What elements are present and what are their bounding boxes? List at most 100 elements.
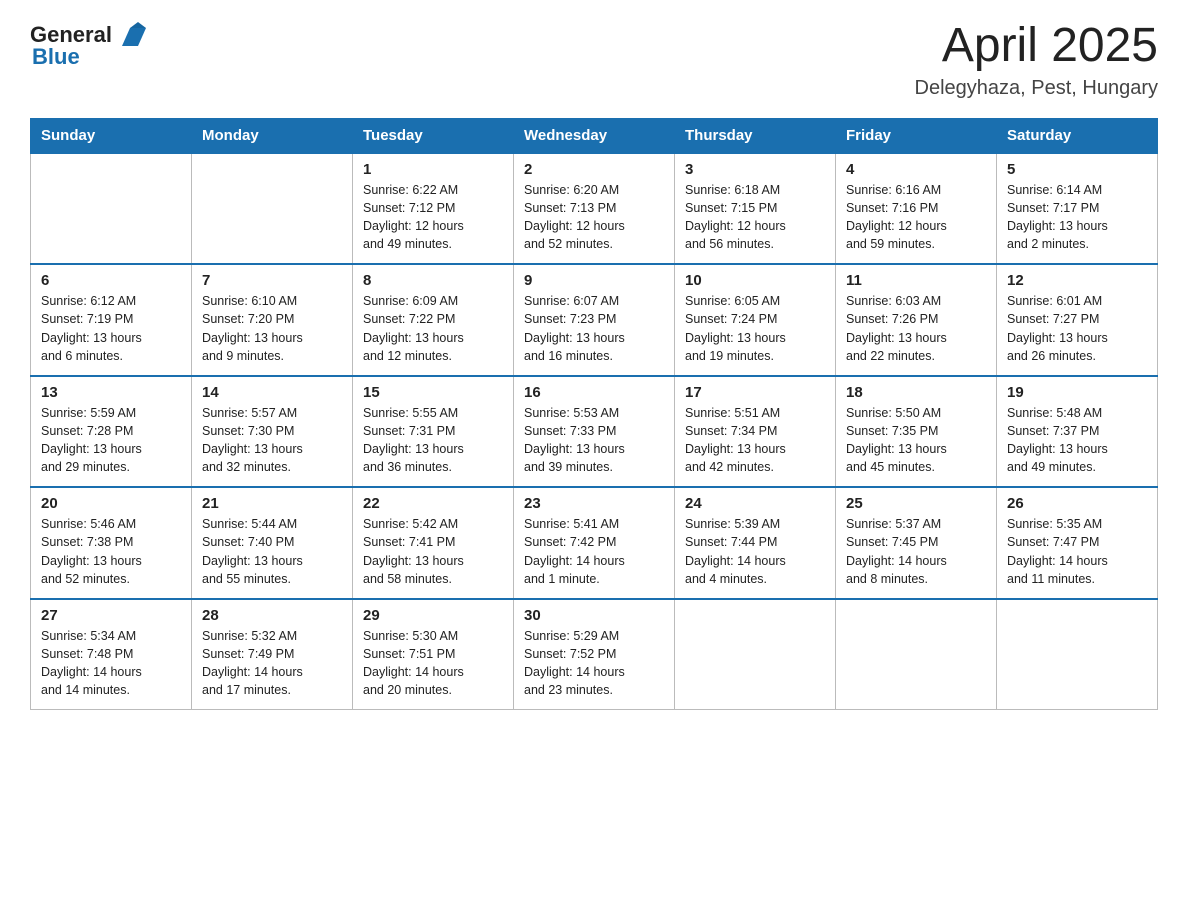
day-info: Sunrise: 6:20 AM Sunset: 7:13 PM Dayligh… bbox=[524, 181, 664, 254]
day-number: 22 bbox=[363, 495, 503, 512]
logo-icon bbox=[114, 18, 146, 50]
day-info: Sunrise: 5:50 AM Sunset: 7:35 PM Dayligh… bbox=[846, 404, 986, 477]
calendar-cell: 30 Sunrise: 5:29 AM Sunset: 7:52 PM Dayli… bbox=[514, 599, 675, 710]
calendar-cell: 6 Sunrise: 6:12 AM Sunset: 7:19 PM Daylig… bbox=[31, 264, 192, 376]
day-number: 11 bbox=[846, 272, 986, 289]
calendar-cell: 21 Sunrise: 5:44 AM Sunset: 7:40 PM Dayli… bbox=[192, 487, 353, 599]
day-info: Sunrise: 5:55 AM Sunset: 7:31 PM Dayligh… bbox=[363, 404, 503, 477]
calendar-cell: 26 Sunrise: 5:35 AM Sunset: 7:47 PM Dayli… bbox=[997, 487, 1158, 599]
day-number: 8 bbox=[363, 272, 503, 289]
day-info: Sunrise: 6:09 AM Sunset: 7:22 PM Dayligh… bbox=[363, 292, 503, 365]
weekday-header-monday: Monday bbox=[192, 118, 353, 153]
day-info: Sunrise: 5:37 AM Sunset: 7:45 PM Dayligh… bbox=[846, 515, 986, 588]
calendar-cell: 18 Sunrise: 5:50 AM Sunset: 7:35 PM Dayli… bbox=[836, 376, 997, 488]
calendar-cell: 4 Sunrise: 6:16 AM Sunset: 7:16 PM Daylig… bbox=[836, 153, 997, 265]
day-info: Sunrise: 5:39 AM Sunset: 7:44 PM Dayligh… bbox=[685, 515, 825, 588]
day-info: Sunrise: 5:59 AM Sunset: 7:28 PM Dayligh… bbox=[41, 404, 181, 477]
location-title: Delegyhaza, Pest, Hungary bbox=[915, 77, 1158, 100]
day-number: 28 bbox=[202, 607, 342, 624]
calendar-cell bbox=[675, 599, 836, 710]
day-info: Sunrise: 5:32 AM Sunset: 7:49 PM Dayligh… bbox=[202, 627, 342, 700]
calendar-cell: 1Sunrise: 6:22 AM Sunset: 7:12 PM Daylig… bbox=[353, 153, 514, 265]
title-block: April 2025 Delegyhaza, Pest, Hungary bbox=[915, 20, 1158, 100]
logo: General Blue bbox=[30, 20, 146, 70]
calendar-cell: 8 Sunrise: 6:09 AM Sunset: 7:22 PM Daylig… bbox=[353, 264, 514, 376]
day-info: Sunrise: 5:44 AM Sunset: 7:40 PM Dayligh… bbox=[202, 515, 342, 588]
day-info: Sunrise: 5:29 AM Sunset: 7:52 PM Dayligh… bbox=[524, 627, 664, 700]
calendar-week-row: 6 Sunrise: 6:12 AM Sunset: 7:19 PM Daylig… bbox=[31, 264, 1158, 376]
day-info: Sunrise: 5:53 AM Sunset: 7:33 PM Dayligh… bbox=[524, 404, 664, 477]
day-info: Sunrise: 6:05 AM Sunset: 7:24 PM Dayligh… bbox=[685, 292, 825, 365]
weekday-header-tuesday: Tuesday bbox=[353, 118, 514, 153]
day-number: 18 bbox=[846, 384, 986, 401]
day-number: 16 bbox=[524, 384, 664, 401]
calendar-cell: 22Sunrise: 5:42 AM Sunset: 7:41 PM Dayli… bbox=[353, 487, 514, 599]
calendar-cell: 15 Sunrise: 5:55 AM Sunset: 7:31 PM Dayli… bbox=[353, 376, 514, 488]
weekday-header-thursday: Thursday bbox=[675, 118, 836, 153]
day-info: Sunrise: 6:16 AM Sunset: 7:16 PM Dayligh… bbox=[846, 181, 986, 254]
day-number: 6 bbox=[41, 272, 181, 289]
calendar-cell bbox=[997, 599, 1158, 710]
day-number: 20 bbox=[41, 495, 181, 512]
day-number: 2 bbox=[524, 161, 664, 178]
day-info: Sunrise: 5:57 AM Sunset: 7:30 PM Dayligh… bbox=[202, 404, 342, 477]
day-number: 26 bbox=[1007, 495, 1147, 512]
day-number: 3 bbox=[685, 161, 825, 178]
calendar-cell: 29 Sunrise: 5:30 AM Sunset: 7:51 PM Dayli… bbox=[353, 599, 514, 710]
calendar-body: 1Sunrise: 6:22 AM Sunset: 7:12 PM Daylig… bbox=[31, 153, 1158, 710]
calendar-cell: 3 Sunrise: 6:18 AM Sunset: 7:15 PM Daylig… bbox=[675, 153, 836, 265]
day-number: 30 bbox=[524, 607, 664, 624]
calendar-cell: 16 Sunrise: 5:53 AM Sunset: 7:33 PM Dayli… bbox=[514, 376, 675, 488]
calendar-cell bbox=[836, 599, 997, 710]
calendar-cell: 17 Sunrise: 5:51 AM Sunset: 7:34 PM Dayli… bbox=[675, 376, 836, 488]
day-number: 15 bbox=[363, 384, 503, 401]
day-number: 21 bbox=[202, 495, 342, 512]
calendar-cell bbox=[31, 153, 192, 265]
weekday-header-saturday: Saturday bbox=[997, 118, 1158, 153]
day-number: 13 bbox=[41, 384, 181, 401]
day-number: 7 bbox=[202, 272, 342, 289]
day-number: 19 bbox=[1007, 384, 1147, 401]
logo-blue-text: Blue bbox=[32, 44, 80, 70]
day-info: Sunrise: 5:35 AM Sunset: 7:47 PM Dayligh… bbox=[1007, 515, 1147, 588]
calendar-cell: 28 Sunrise: 5:32 AM Sunset: 7:49 PM Dayli… bbox=[192, 599, 353, 710]
day-info: Sunrise: 5:51 AM Sunset: 7:34 PM Dayligh… bbox=[685, 404, 825, 477]
calendar-cell: 11 Sunrise: 6:03 AM Sunset: 7:26 PM Dayli… bbox=[836, 264, 997, 376]
day-number: 9 bbox=[524, 272, 664, 289]
day-number: 29 bbox=[363, 607, 503, 624]
calendar-week-row: 20Sunrise: 5:46 AM Sunset: 7:38 PM Dayli… bbox=[31, 487, 1158, 599]
day-info: Sunrise: 6:14 AM Sunset: 7:17 PM Dayligh… bbox=[1007, 181, 1147, 254]
calendar-cell: 19 Sunrise: 5:48 AM Sunset: 7:37 PM Dayli… bbox=[997, 376, 1158, 488]
day-info: Sunrise: 6:18 AM Sunset: 7:15 PM Dayligh… bbox=[685, 181, 825, 254]
day-number: 24 bbox=[685, 495, 825, 512]
day-number: 12 bbox=[1007, 272, 1147, 289]
calendar-cell: 7Sunrise: 6:10 AM Sunset: 7:20 PM Daylig… bbox=[192, 264, 353, 376]
day-number: 4 bbox=[846, 161, 986, 178]
calendar-cell: 12 Sunrise: 6:01 AM Sunset: 7:27 PM Dayli… bbox=[997, 264, 1158, 376]
day-number: 14 bbox=[202, 384, 342, 401]
calendar-cell bbox=[192, 153, 353, 265]
day-number: 17 bbox=[685, 384, 825, 401]
day-number: 27 bbox=[41, 607, 181, 624]
calendar-cell: 5 Sunrise: 6:14 AM Sunset: 7:17 PM Daylig… bbox=[997, 153, 1158, 265]
calendar-cell: 14 Sunrise: 5:57 AM Sunset: 7:30 PM Dayli… bbox=[192, 376, 353, 488]
month-title: April 2025 bbox=[915, 20, 1158, 73]
calendar-cell: 10 Sunrise: 6:05 AM Sunset: 7:24 PM Dayli… bbox=[675, 264, 836, 376]
calendar-week-row: 13 Sunrise: 5:59 AM Sunset: 7:28 PM Dayli… bbox=[31, 376, 1158, 488]
weekday-header-sunday: Sunday bbox=[31, 118, 192, 153]
day-number: 10 bbox=[685, 272, 825, 289]
weekday-header-friday: Friday bbox=[836, 118, 997, 153]
weekday-header-row: SundayMondayTuesdayWednesdayThursdayFrid… bbox=[31, 118, 1158, 153]
day-info: Sunrise: 6:12 AM Sunset: 7:19 PM Dayligh… bbox=[41, 292, 181, 365]
day-info: Sunrise: 6:01 AM Sunset: 7:27 PM Dayligh… bbox=[1007, 292, 1147, 365]
day-info: Sunrise: 5:48 AM Sunset: 7:37 PM Dayligh… bbox=[1007, 404, 1147, 477]
day-info: Sunrise: 5:30 AM Sunset: 7:51 PM Dayligh… bbox=[363, 627, 503, 700]
page-header: General Blue April 2025 Delegyhaza, Pest… bbox=[30, 20, 1158, 100]
calendar-table: SundayMondayTuesdayWednesdayThursdayFrid… bbox=[30, 118, 1158, 711]
day-number: 25 bbox=[846, 495, 986, 512]
day-number: 5 bbox=[1007, 161, 1147, 178]
day-info: Sunrise: 6:03 AM Sunset: 7:26 PM Dayligh… bbox=[846, 292, 986, 365]
day-info: Sunrise: 5:34 AM Sunset: 7:48 PM Dayligh… bbox=[41, 627, 181, 700]
day-number: 23 bbox=[524, 495, 664, 512]
weekday-header-wednesday: Wednesday bbox=[514, 118, 675, 153]
